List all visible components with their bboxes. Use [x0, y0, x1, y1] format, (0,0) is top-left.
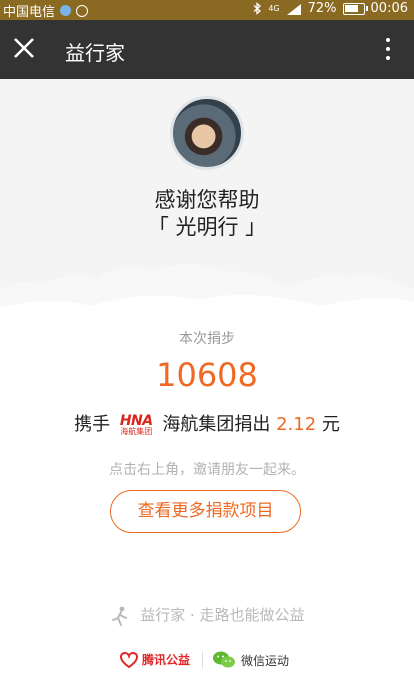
hna-logo: HNA 海航集团: [119, 413, 153, 436]
wechat-icon: [213, 651, 235, 668]
slogan-text: 益行家 · 走路也能做公益: [140, 606, 305, 624]
project-name: 「 光明行 」: [147, 215, 267, 239]
sponsor-line: 携手 HNA 海航集团 海航集团捐出 2.12 元: [0, 410, 414, 436]
tencent-charity-logo: 腾讯公益: [120, 651, 190, 668]
sync-icon: [76, 4, 89, 17]
signal-icon: [286, 3, 301, 15]
network-type: 4G: [268, 3, 280, 13]
divider: [202, 651, 203, 669]
walker-logo-icon: [112, 606, 128, 626]
invite-hint: 点击右上角，邀请朋友一起来。: [109, 462, 305, 478]
bluetooth-icon: [253, 2, 262, 15]
donation-amount: 2.12: [276, 414, 317, 435]
with-prefix: 携手: [74, 414, 111, 435]
footer-logos: 腾讯公益 微信运动: [0, 649, 414, 673]
avatar: [170, 96, 244, 170]
heart-icon: [120, 651, 138, 668]
carrier-label: 中国电信: [3, 5, 56, 20]
wechat-sport-logo: 微信运动: [212, 650, 289, 670]
slogan: 益行家 · 走路也能做公益: [0, 604, 414, 627]
app-bar: 益行家: [0, 20, 414, 79]
steps-label: 本次捐步: [179, 331, 235, 347]
currency-unit: 元: [321, 414, 340, 435]
more-projects-button[interactable]: 查看更多捐款项目: [110, 490, 301, 533]
sponsor-text: 海航集团捐出: [162, 414, 271, 435]
wechat-label: 微信运动: [241, 653, 290, 668]
close-icon[interactable]: [10, 34, 38, 62]
battery-percent: 72%: [307, 1, 337, 16]
battery-icon: [342, 2, 368, 15]
more-vertical-icon[interactable]: [384, 38, 392, 64]
notification-icon: [60, 5, 72, 16]
clock: 00:06: [370, 1, 408, 16]
status-bar: 中国电信 4G 72% 00:06: [0, 0, 414, 20]
tencent-label: 腾讯公益: [142, 653, 191, 667]
page-title: 益行家: [65, 41, 125, 65]
mountain-divider: [0, 250, 414, 330]
thanks-line-1: 感谢您帮助: [154, 188, 260, 212]
steps-count: 10608: [156, 356, 258, 394]
